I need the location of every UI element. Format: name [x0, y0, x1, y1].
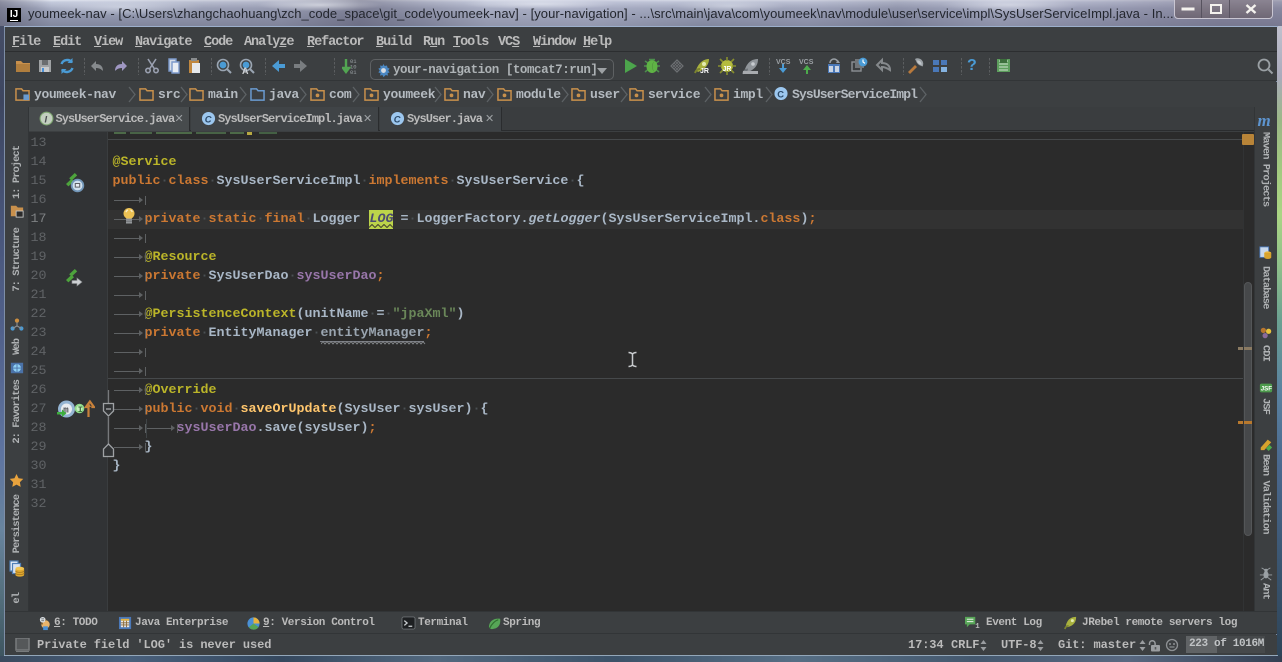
svg-text:01: 01 [350, 69, 357, 75]
svg-text:C: C [394, 114, 401, 124]
svg-text:C: C [777, 89, 784, 99]
svg-text:A: A [242, 66, 249, 75]
svg-text:JR: JR [723, 66, 732, 73]
svg-text:C: C [205, 114, 212, 124]
svg-text:I: I [77, 405, 82, 415]
svg-text:JR: JR [700, 68, 709, 75]
svg-text:JSF: JSF [1260, 386, 1271, 393]
svg-text:VCS: VCS [799, 59, 814, 66]
svg-text:I: I [44, 114, 47, 124]
svg-text:1: 1 [975, 623, 980, 630]
